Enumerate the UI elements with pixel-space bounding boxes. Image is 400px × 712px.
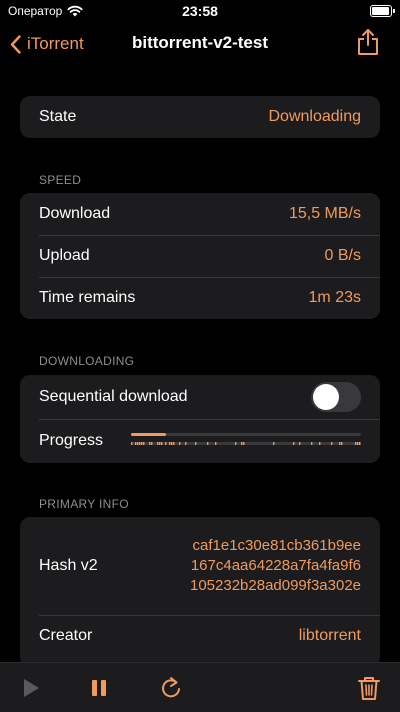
sequential-download-toggle[interactable] [311,382,361,412]
downloaded-piece [151,442,153,445]
downloaded-piece [215,442,217,445]
progress-fill [131,433,166,436]
speed-group: Download 15,5 MB/s Upload 0 B/s Time rem… [20,193,380,319]
downloaded-piece [171,442,173,445]
downloaded-piece [207,442,209,445]
rehash-icon[interactable] [158,675,184,701]
time-remains-value: 1m 23s [308,289,361,306]
hash-row: Hash v2 caf1e1c30e81cb361b9ee167c4aa6422… [20,517,380,615]
downloaded-piece [157,442,159,445]
downloaded-piece [161,442,163,445]
downloading-section-header: DOWNLOADING [39,354,135,368]
downloaded-piece [131,442,133,445]
creator-value: libtorrent [298,627,361,644]
primary-info-group: Hash v2 caf1e1c30e81cb361b9ee167c4aa6422… [20,517,380,662]
download-speed-row: Download 15,5 MB/s [20,193,380,235]
downloaded-piece [359,442,361,445]
downloaded-piece [195,442,197,445]
downloaded-piece [165,442,167,445]
downloaded-piece [273,442,275,445]
pause-icon[interactable] [86,675,112,701]
progress-row: Progress [20,419,380,463]
bottom-toolbar [0,662,400,712]
share-icon[interactable] [356,28,380,56]
downloaded-piece [135,442,137,445]
primary-info-section-header: PRIMARY INFO [39,497,129,511]
downloaded-piece [169,442,171,445]
time-remains-row: Time remains 1m 23s [20,277,380,319]
hash-value[interactable]: caf1e1c30e81cb361b9ee167c4aa64228a7fa4fa… [185,536,361,596]
navigation-bar: iTorrent bittorrent-v2-test [0,24,400,64]
pieces-map [131,442,361,445]
downloaded-piece [143,442,145,445]
progress-bar [131,433,361,436]
downloaded-piece [293,442,295,445]
progress-indicator [131,432,361,450]
downloaded-piece [299,442,301,445]
state-group: State Downloading [20,96,380,138]
downloaded-piece [339,442,341,445]
downloaded-piece [149,442,151,445]
downloaded-piece [179,442,181,445]
downloaded-piece [185,442,187,445]
sequential-download-label: Sequential download [39,388,188,405]
state-label: State [39,108,77,125]
downloaded-piece [137,442,139,445]
upload-speed-row: Upload 0 B/s [20,235,380,277]
download-speed-label: Download [39,205,111,222]
status-bar: Оператор 23:58 [0,0,400,24]
toggle-knob [313,384,339,410]
play-icon[interactable] [18,675,44,701]
torrent-details: State Downloading SPEED Download 15,5 MB… [0,64,400,662]
downloaded-piece [331,442,333,445]
state-value: Downloading [268,108,361,125]
downloaded-piece [159,442,161,445]
downloading-group: Sequential download Progress [20,375,380,463]
trash-icon[interactable] [356,675,382,701]
upload-speed-label: Upload [39,247,90,264]
time-remains-label: Time remains [39,289,136,306]
progress-label: Progress [39,432,104,449]
downloaded-piece [235,442,237,445]
speed-section-header: SPEED [39,173,82,187]
downloaded-piece [355,442,357,445]
upload-speed-value: 0 B/s [324,247,361,264]
creator-label: Creator [39,627,93,644]
downloaded-piece [243,442,245,445]
downloaded-piece [319,442,321,445]
downloaded-piece [141,442,143,445]
battery-icon [370,5,395,17]
downloaded-piece [311,442,313,445]
downloaded-piece [357,442,359,445]
clock: 23:58 [182,3,218,19]
sequential-download-row: Sequential download [20,375,380,419]
download-speed-value: 15,5 MB/s [288,205,361,222]
downloaded-piece [139,442,141,445]
page-title: bittorrent-v2-test [131,33,268,52]
downloaded-piece [241,442,243,445]
state-row: State Downloading [20,96,380,138]
creator-row: Creator libtorrent [20,615,380,657]
downloaded-piece [173,442,175,445]
downloaded-piece [341,442,343,445]
hash-label: Hash v2 [39,557,98,574]
